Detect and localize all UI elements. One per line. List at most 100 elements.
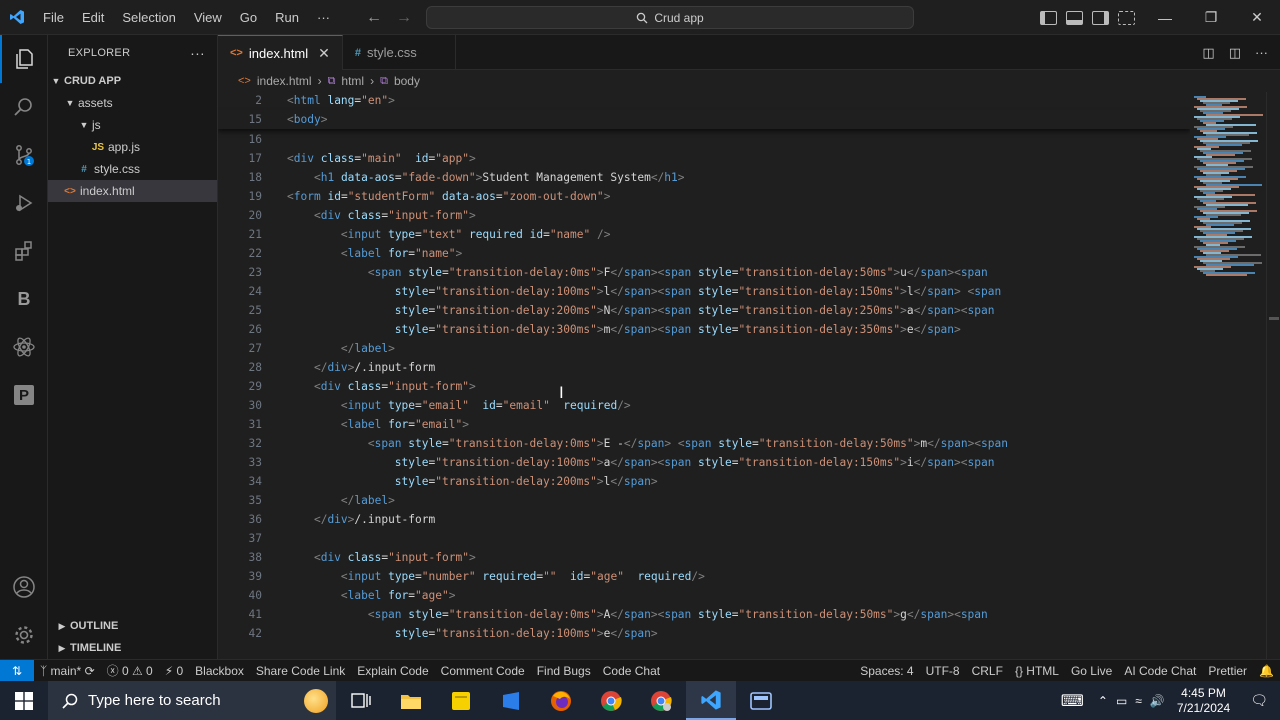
code-line[interactable]: 22 <label for="name"> [218,244,1190,263]
code-line[interactable]: 18 <h1 data-aos="fade-down">Student Mana… [218,168,1190,187]
status-item-utf-8[interactable]: UTF-8 [920,664,966,678]
chrome-app-icon[interactable] [586,681,636,720]
timeline-section[interactable]: ▶ TIMELINE [48,637,218,659]
account-icon[interactable] [0,563,48,611]
status-item-code-chat[interactable]: Code Chat [597,664,666,678]
status-item-explain-code[interactable]: Explain Code [351,664,434,678]
breadcrumb-file[interactable]: index.html [257,74,312,88]
toggle-panel-icon[interactable] [1066,10,1083,25]
store-app-icon[interactable] [486,681,536,720]
windows-start-icon[interactable] [0,681,48,720]
code-line[interactable]: 15 <body> [218,110,1190,129]
chevron-up-icon[interactable]: ⌃ [1094,694,1112,708]
ports-indicator[interactable]: ⚡ 0 [159,664,189,678]
menu-item-5[interactable]: Run [266,10,308,25]
workspace-root[interactable]: ▼ CRUD APP [48,70,217,92]
code-line[interactable]: 41 <span style="transition-delay:0ms">A<… [218,605,1190,624]
keyboard-icon[interactable]: ⌨ [1051,691,1094,711]
code-line[interactable]: 20 <div class="input-form"> [218,206,1190,225]
calculator-app-icon[interactable] [736,681,786,720]
sticky-notes-app-icon[interactable] [436,681,486,720]
minimap[interactable] [1190,92,1266,659]
status-item-blackbox[interactable]: Blackbox [189,664,250,678]
status-item-spaces-4[interactable]: Spaces: 4 [854,664,919,678]
menu-item-3[interactable]: View [185,10,231,25]
close-window-button[interactable]: ✕ [1234,0,1280,35]
outline-section[interactable]: ▶ OUTLINE [48,615,218,637]
code-line[interactable]: 35 </label> [218,491,1190,510]
toggle-secondary-sidebar-icon[interactable] [1092,10,1109,25]
file-style-css[interactable]: # style.css [48,158,217,180]
menu-item-0[interactable]: File [34,10,73,25]
customize-layout-icon[interactable] [1118,10,1135,25]
react-icon[interactable] [0,323,48,371]
blackbox-icon[interactable]: B [0,275,48,323]
code-line[interactable]: 26 style="transition-delay:300ms">m</spa… [218,320,1190,339]
menu-item-6[interactable]: ··· [308,10,339,25]
status-item-go-live[interactable]: Go Live [1065,664,1118,678]
code-line[interactable]: 38 <div class="input-form"> [218,548,1190,567]
code-line[interactable]: 25 style="transition-delay:200ms">N</spa… [218,301,1190,320]
tab-index-html[interactable]: <> index.html ✕ [218,35,343,70]
explorer-icon[interactable] [0,35,48,83]
run-debug-icon[interactable] [0,179,48,227]
close-tab-icon[interactable]: ✕ [318,45,330,62]
vscode-app-icon[interactable] [686,681,736,720]
code-line[interactable]: 27 </label> [218,339,1190,358]
code-line[interactable]: 17 <div class="main" id="app"> [218,149,1190,168]
search-icon[interactable] [0,83,48,131]
task-view-icon[interactable] [336,681,386,720]
menu-item-2[interactable]: Selection [113,10,184,25]
code-line[interactable]: 16 [218,130,1190,149]
menu-item-4[interactable]: Go [231,10,266,25]
folder-js[interactable]: ▼ js [48,114,217,136]
status-item-find-bugs[interactable]: Find Bugs [531,664,597,678]
open-preview-icon[interactable]: ◫ [1202,45,1214,61]
code-line[interactable]: 36 </div>/.input-form [218,510,1190,529]
restore-button[interactable]: ❐ [1188,0,1234,35]
branch-indicator[interactable]: ᛉ main* ⟳ [34,664,101,678]
code-line[interactable]: 42 style="transition-delay:100ms">e</spa… [218,624,1190,643]
status-item-crlf[interactable]: CRLF [966,664,1009,678]
toggle-primary-sidebar-icon[interactable] [1040,10,1057,25]
more-actions-icon[interactable]: ··· [1255,45,1268,60]
battery-icon[interactable]: ▭ [1112,694,1131,708]
code-line[interactable]: 28 </div>/.input-form [218,358,1190,377]
extensions-icon[interactable] [0,227,48,275]
back-arrow-icon[interactable]: ← [366,9,382,27]
breadcrumb-html[interactable]: html [341,74,364,88]
minimize-button[interactable]: — [1142,0,1188,35]
explorer-more-actions[interactable]: ··· [190,45,205,61]
tab-style-css[interactable]: # style.css [343,35,456,70]
menu-item-1[interactable]: Edit [73,10,113,25]
problems-indicator[interactable]: ⓧ 0 ⚠ 0 [101,662,159,679]
network-icon[interactable]: ≈ [1131,694,1146,708]
status-item-ai-code-chat[interactable]: AI Code Chat [1118,664,1202,678]
code-editor[interactable]: Ⅰ 2 <html lang="en"> 15 <body> 16 17 <div clas… [218,92,1190,659]
code-line[interactable]: 31 <label for="email"> [218,415,1190,434]
code-line[interactable]: 39 <input type="number" required="" id="… [218,567,1190,586]
code-line[interactable]: 32 <span style="transition-delay:0ms">E … [218,434,1190,453]
code-line[interactable]: 33 style="transition-delay:100ms">a</spa… [218,453,1190,472]
code-line[interactable]: 30 <input type="email" id="email" requir… [218,396,1190,415]
code-line[interactable]: 34 style="transition-delay:200ms">l</spa… [218,472,1190,491]
scrollbar-thumb[interactable] [1269,317,1279,320]
code-line[interactable]: 40 <label for="age"> [218,586,1190,605]
code-line[interactable]: 24 style="transition-delay:100ms">l</spa… [218,282,1190,301]
source-control-icon[interactable]: 1 [0,131,48,179]
split-editor-icon[interactable]: ◫ [1229,45,1241,61]
breadcrumb-body[interactable]: body [394,74,420,88]
postman-icon[interactable]: P [0,371,48,419]
taskbar-search[interactable]: Type here to search [48,681,336,720]
status-item-share-code-link[interactable]: Share Code Link [250,664,351,678]
code-line[interactable]: 21 <input type="text" required id="name"… [218,225,1190,244]
notification-center-icon[interactable]: 🗨 [1238,692,1280,709]
code-line[interactable]: 19 <form id="studentForm" data-aos="zoom-… [218,187,1190,206]
status-item-comment-code[interactable]: Comment Code [435,664,531,678]
code-line[interactable]: 23 <span style="transition-delay:0ms">F<… [218,263,1190,282]
file-explorer-app-icon[interactable] [386,681,436,720]
settings-gear-icon[interactable] [0,611,48,659]
firefox-app-icon[interactable] [536,681,586,720]
vertical-scrollbar[interactable] [1266,92,1280,659]
system-clock[interactable]: 4:45 PM 7/21/2024 [1169,686,1238,716]
